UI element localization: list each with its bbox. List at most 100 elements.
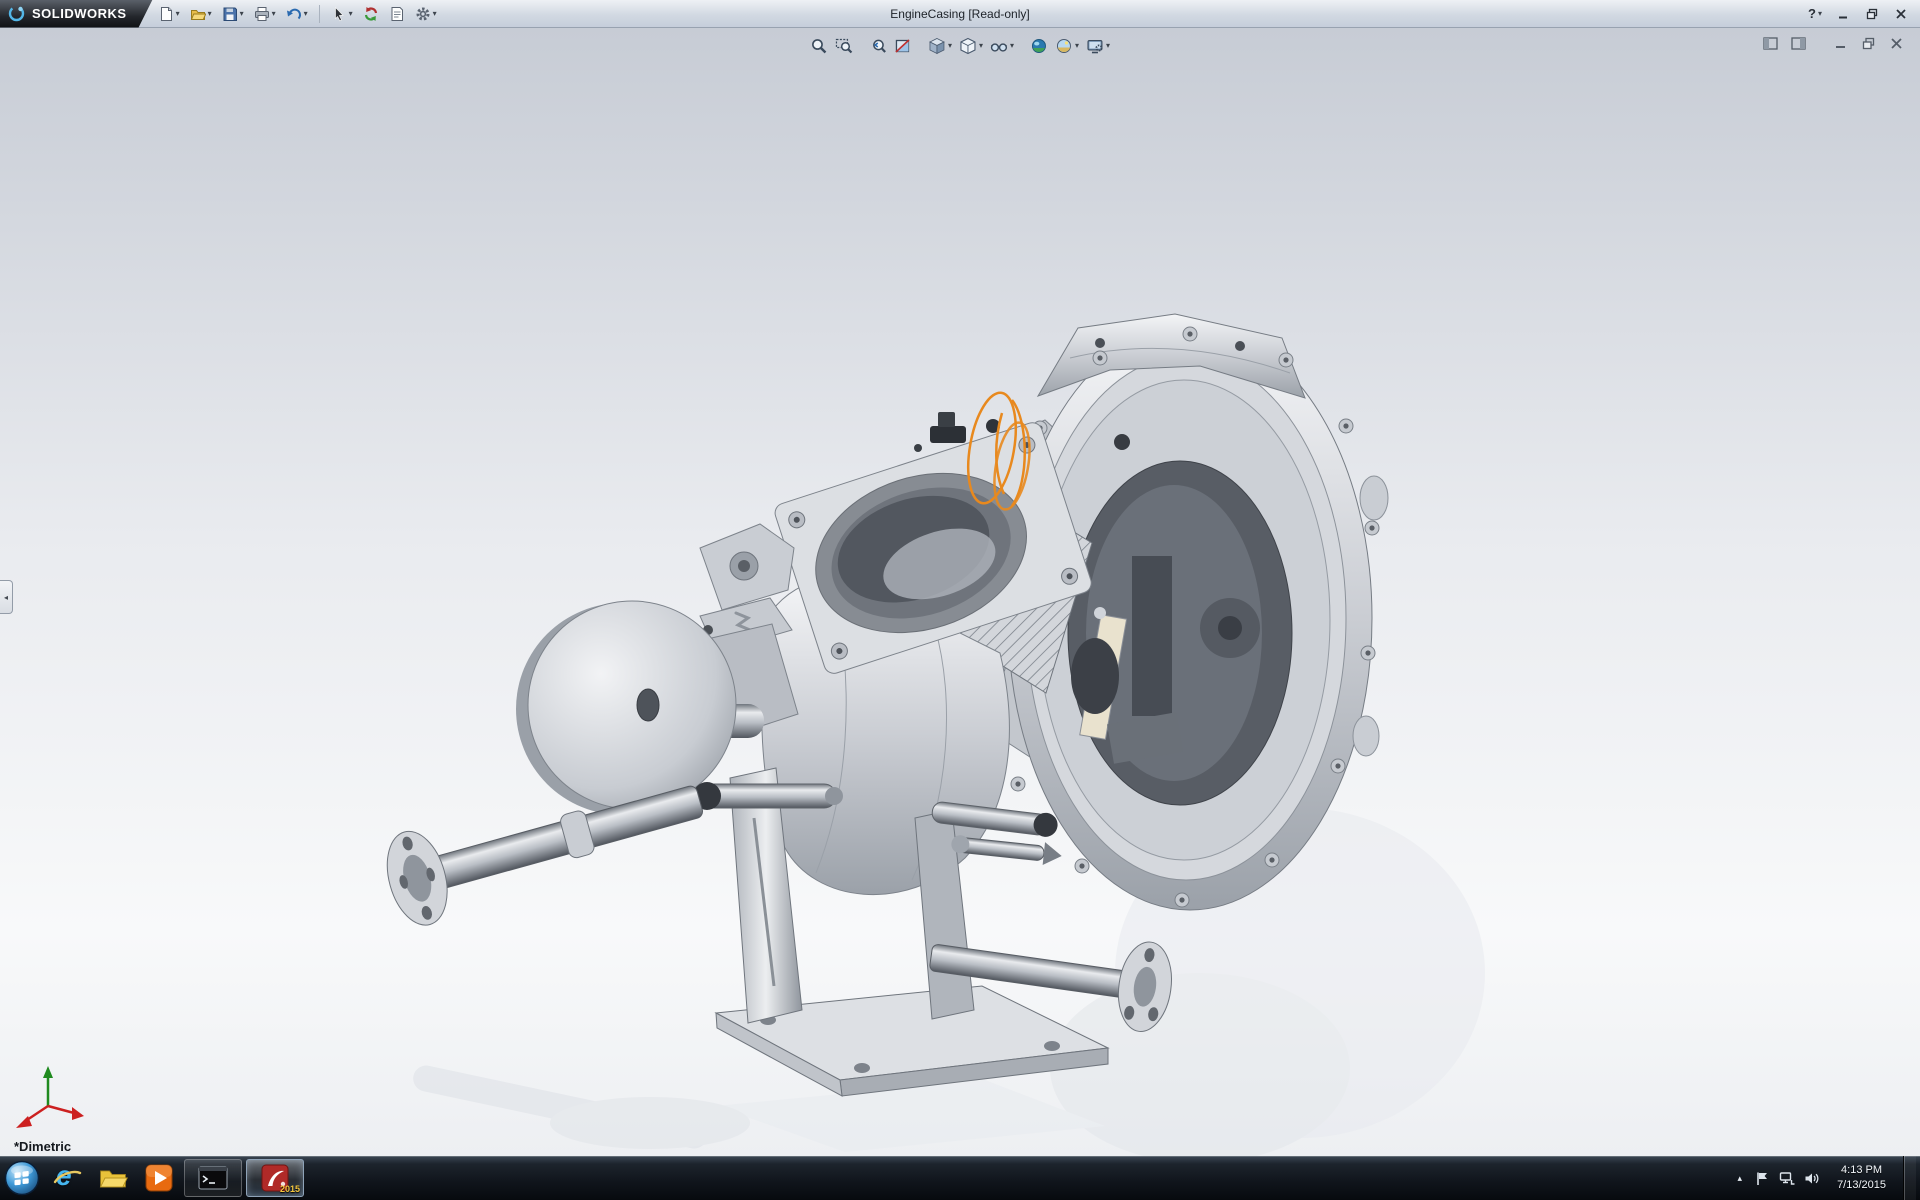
taskbar-clock[interactable]: 4:13 PM 7/13/2015 [1829, 1163, 1894, 1193]
display-style-button[interactable]: ▾ [956, 34, 986, 58]
doc-close-icon [1890, 37, 1903, 50]
view-orientation-cube-icon [928, 37, 946, 55]
view-orientation-button[interactable]: ▾ [925, 34, 955, 58]
new-document-icon [158, 6, 174, 22]
volume-speaker-icon [1804, 1171, 1820, 1186]
previous-view-button[interactable] [866, 34, 890, 58]
doc-minimize-button[interactable] [1830, 34, 1850, 52]
dropdown-caret: ▾ [1818, 10, 1822, 18]
clock-time: 4:13 PM [1837, 1163, 1886, 1178]
print-icon [254, 6, 270, 22]
solidworks-window: SOLIDWORKS ▾ ▾ ▾ [0, 0, 1920, 1200]
edit-appearance-icon [1030, 37, 1048, 55]
view-settings-icon [1086, 37, 1104, 55]
undo-icon [286, 6, 302, 22]
file-properties-icon [389, 6, 405, 22]
panel-collapse-arrow-icon: ◂ [4, 593, 8, 602]
save-button[interactable]: ▾ [219, 2, 247, 26]
pane-left-button[interactable] [1760, 34, 1780, 52]
solidworks-logo: SOLIDWORKS [0, 0, 153, 28]
hide-show-items-button[interactable]: ▾ [987, 34, 1017, 58]
previous-view-icon [869, 37, 887, 55]
dropdown-caret: ▾ [979, 42, 983, 50]
restore-button[interactable] [1858, 3, 1885, 24]
help-glyph: ? [1808, 6, 1816, 21]
help-button[interactable]: ? ▾ [1803, 6, 1827, 21]
minimize-button[interactable] [1829, 3, 1856, 24]
command-prompt-button[interactable] [184, 1159, 242, 1197]
show-desktop-button[interactable] [1903, 1156, 1916, 1200]
internet-explorer-button[interactable]: e [44, 1156, 90, 1200]
network-icon [1779, 1171, 1795, 1186]
internet-explorer-icon: e [52, 1163, 82, 1193]
heads-up-view-toolbar: ▾ ▾ ▾ [807, 34, 1113, 58]
zoom-to-fit-icon [810, 37, 828, 55]
hide-show-items-glasses-icon [990, 37, 1008, 55]
3ds-logo-icon [8, 5, 25, 22]
dropdown-caret: ▾ [1106, 42, 1110, 50]
doc-minimize-icon [1834, 37, 1847, 50]
new-document-button[interactable]: ▾ [155, 2, 183, 26]
doc-restore-button[interactable] [1858, 34, 1878, 52]
brand-name: SOLIDWORKS [32, 6, 127, 21]
zoom-to-area-button[interactable] [832, 34, 856, 58]
document-title: EngineCasing [Read-only] [890, 7, 1029, 21]
windows-start-orb-icon [3, 1159, 41, 1197]
solidworks-taskbar-button[interactable]: 2015 [246, 1159, 304, 1197]
action-center-flag-icon [1755, 1171, 1770, 1186]
section-view-button[interactable] [891, 34, 915, 58]
clock-date: 7/13/2015 [1837, 1178, 1886, 1193]
pane-right-icon [1791, 37, 1806, 50]
media-player-button[interactable] [136, 1156, 182, 1200]
document-window-controls [1760, 34, 1906, 52]
save-icon [222, 6, 238, 22]
dropdown-caret: ▾ [272, 10, 276, 18]
pane-left-icon [1763, 37, 1778, 50]
zoom-to-fit-button[interactable] [807, 34, 831, 58]
close-button[interactable] [1887, 3, 1914, 24]
graphics-area[interactable]: ▾ ▾ ▾ [0, 28, 1920, 1156]
command-prompt-icon [198, 1166, 228, 1190]
rebuild-button[interactable] [360, 2, 382, 26]
open-icon [190, 6, 206, 22]
apply-scene-button[interactable]: ▾ [1052, 34, 1082, 58]
view-orientation-label: *Dimetric [14, 1139, 71, 1154]
pane-right-button[interactable] [1788, 34, 1808, 52]
engine-casing-model-view[interactable] [0, 28, 1920, 1156]
edit-appearance-button[interactable] [1027, 34, 1051, 58]
action-center-button[interactable] [1755, 1171, 1770, 1186]
window-controls: ? ▾ [1803, 3, 1920, 24]
close-icon [1895, 8, 1907, 20]
start-button[interactable] [0, 1156, 44, 1200]
system-tray: ▴ [1734, 1156, 1920, 1200]
undo-button[interactable]: ▾ [283, 2, 311, 26]
select-cursor-icon [331, 6, 347, 22]
select-button[interactable]: ▾ [328, 2, 356, 26]
ie-orbit-icon [52, 1163, 82, 1193]
options-button[interactable]: ▾ [412, 2, 440, 26]
doc-restore-icon [1862, 37, 1875, 50]
dropdown-caret: ▾ [433, 10, 437, 18]
file-properties-button[interactable] [386, 2, 408, 26]
show-hidden-icons-button[interactable]: ▴ [1734, 1173, 1747, 1184]
dropdown-caret: ▾ [1010, 42, 1014, 50]
network-button[interactable] [1779, 1171, 1795, 1186]
minimize-icon [1837, 8, 1849, 20]
toolbar-separator [319, 5, 320, 23]
print-button[interactable]: ▾ [251, 2, 279, 26]
zoom-to-area-icon [835, 37, 853, 55]
restore-icon [1866, 8, 1878, 20]
section-view-icon [894, 37, 912, 55]
dropdown-caret: ▾ [208, 10, 212, 18]
folder-icon [97, 1163, 129, 1193]
view-settings-button[interactable]: ▾ [1083, 34, 1113, 58]
volume-button[interactable] [1804, 1171, 1820, 1186]
featuremanager-collapsed-tab[interactable]: ◂ [0, 580, 13, 614]
apply-scene-icon [1055, 37, 1073, 55]
dropdown-caret: ▾ [240, 10, 244, 18]
doc-close-button[interactable] [1886, 34, 1906, 52]
dropdown-caret: ▾ [349, 10, 353, 18]
rebuild-icon [363, 6, 379, 22]
windows-explorer-button[interactable] [90, 1156, 136, 1200]
open-button[interactable]: ▾ [187, 2, 215, 26]
